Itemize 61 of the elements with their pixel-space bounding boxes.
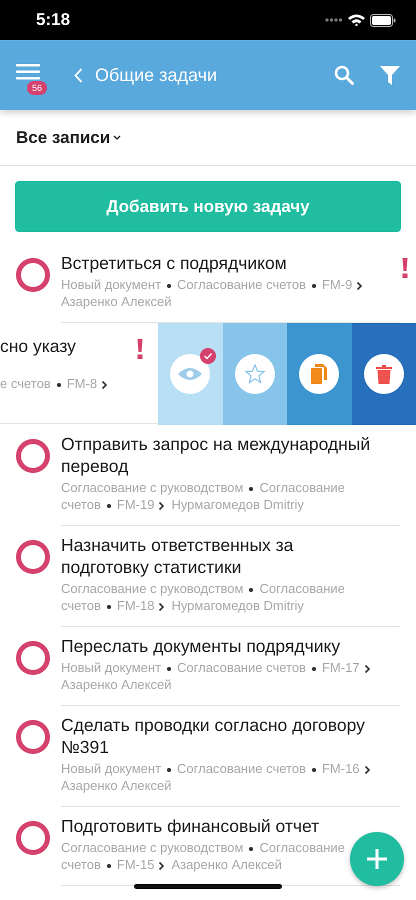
bullet-icon: [312, 284, 316, 288]
task-title[interactable]: Назначить ответственных за подготовку статистики: [61, 534, 386, 578]
bullet-icon: [167, 666, 172, 671]
bullet-icon: [106, 504, 111, 508]
status-circle[interactable]: [16, 258, 50, 292]
status-circle[interactable]: [16, 439, 50, 473]
bullet-icon: [106, 604, 111, 609]
notification-badge: 56: [27, 81, 48, 95]
signal-icon: [325, 18, 343, 22]
bullet-icon: [56, 382, 61, 387]
menu-icon[interactable]: [16, 64, 40, 80]
chevron-icon: [101, 380, 108, 390]
clock-time: 5:18: [36, 10, 70, 30]
plus-icon: [367, 849, 387, 869]
task-title[interactable]: Встретиться с подрядчиком: [61, 252, 386, 274]
filter-dropdown[interactable]: Все записи: [16, 128, 122, 148]
bullet-icon: [167, 768, 172, 772]
task-title[interactable]: Переслать документы подрядчику: [61, 635, 386, 657]
back-icon: [74, 68, 83, 82]
trash-icon: [376, 364, 392, 384]
chevron-icon: [158, 602, 166, 612]
chevron-icon: [364, 764, 371, 775]
wifi-icon: [348, 14, 365, 26]
task-meta: Новый документ Согласование счетов FM-16 Азаренко Алексей: [61, 760, 383, 794]
search-icon[interactable]: [334, 65, 354, 85]
bullet-icon: [312, 666, 316, 671]
bullet-icon: [312, 768, 316, 772]
task-meta: Согласование с руководством Согласование счетов FM-19 Нурмагомедов Dmitriy: [61, 479, 346, 513]
bullet-icon: [106, 864, 111, 868]
eye-icon: [178, 367, 202, 381]
task-title[interactable]: Отправить запрос на международный перевод: [61, 433, 386, 477]
caret-icon: [113, 135, 122, 140]
chevron-icon: [158, 500, 166, 511]
status-circle[interactable]: [16, 540, 50, 574]
copy-action[interactable]: [287, 323, 352, 425]
task-title[interactable]: Подготовить финансовый отчет: [61, 815, 386, 837]
filter-icon[interactable]: [380, 66, 400, 84]
star-icon: [244, 364, 265, 384]
task-meta: Новый документ Согласование счетов FM-9 Азаренко Алексей: [61, 276, 383, 310]
bullet-icon: [249, 588, 254, 592]
chevron-icon: [158, 860, 166, 871]
task-meta: Согласование с руководством Согласование счетов FM-18 Нурмагомедов Dmitriy: [61, 580, 346, 614]
task-meta: е счетов FM-8: [0, 375, 158, 392]
exclamation-icon: [137, 339, 143, 359]
status-circle[interactable]: [16, 821, 50, 855]
chevron-icon: [364, 664, 371, 674]
status-circle[interactable]: [16, 641, 50, 675]
task-title[interactable]: сно указу: [0, 335, 158, 357]
delete-action[interactable]: [352, 323, 416, 425]
exclamation-icon: [402, 258, 408, 278]
battery-icon: [370, 14, 396, 26]
bullet-icon: [167, 284, 172, 288]
task-meta: Новый документ Согласование счетов FM-17 Азаренко Алексей: [61, 659, 383, 693]
bullet-icon: [249, 486, 254, 491]
bullet-icon: [249, 846, 254, 851]
chevron-icon: [356, 280, 364, 291]
documents-icon: [311, 364, 328, 384]
watch-action[interactable]: [158, 323, 222, 425]
status-circle[interactable]: [16, 720, 50, 754]
task-title[interactable]: Сделать проводки согласно договору №391: [61, 714, 386, 758]
add-fab[interactable]: [350, 832, 404, 886]
